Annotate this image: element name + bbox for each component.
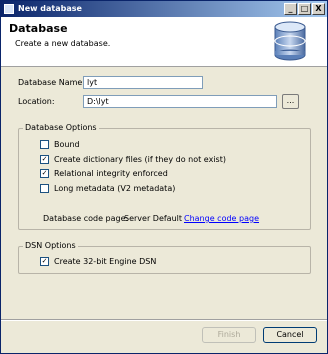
title-bar[interactable]: New database _ □ X: [1, 1, 327, 17]
minimize-button[interactable]: _: [284, 3, 297, 15]
finish-button[interactable]: Finish: [202, 327, 256, 343]
app-icon: [4, 4, 14, 14]
cancel-button[interactable]: Cancel: [263, 327, 317, 343]
location-field[interactable]: D:\lyt: [83, 95, 277, 108]
database-name-field[interactable]: lyt: [83, 76, 203, 89]
create-dictionary-checkbox[interactable]: ✓: [40, 155, 49, 164]
code-page-value: Server Default: [124, 214, 183, 223]
bound-label: Bound: [54, 140, 80, 149]
dsn-options-title: DSN Options: [23, 241, 78, 250]
long-metadata-option[interactable]: Long metadata (V2 metadata): [40, 184, 240, 194]
database-icon: [274, 21, 306, 61]
maximize-button[interactable]: □: [298, 3, 311, 15]
location-label: Location:: [18, 97, 55, 106]
create-dictionary-label: Create dictionary files (if they do not …: [54, 155, 226, 164]
code-page-label: Database code page:: [43, 214, 129, 223]
browse-button[interactable]: ...: [282, 94, 299, 109]
bound-checkbox[interactable]: [40, 140, 49, 149]
wizard-header: Database Create a new database.: [1, 17, 327, 67]
long-metadata-label: Long metadata (V2 metadata): [54, 184, 176, 193]
page-description: Create a new database.: [15, 39, 111, 48]
change-code-page-link[interactable]: Change code page: [184, 214, 259, 223]
page-title: Database: [9, 22, 68, 35]
relational-integrity-checkbox[interactable]: ✓: [40, 169, 49, 178]
relational-integrity-label: Relational integrity enforced: [54, 169, 168, 178]
bound-option[interactable]: Bound: [40, 140, 240, 150]
create-dsn-checkbox[interactable]: ✓: [40, 257, 49, 266]
long-metadata-checkbox[interactable]: [40, 184, 49, 193]
footer-separator: [1, 319, 327, 321]
create-dsn-option[interactable]: ✓ Create 32-bit Engine DSN: [40, 257, 240, 267]
create-dictionary-option[interactable]: ✓ Create dictionary files (if they do no…: [40, 155, 270, 165]
relational-integrity-option[interactable]: ✓ Relational integrity enforced: [40, 169, 240, 179]
close-button[interactable]: X: [312, 3, 325, 15]
window-title: New database: [18, 4, 82, 13]
database-options-title: Database Options: [23, 123, 99, 132]
new-database-dialog: New database _ □ X Database Create a new…: [0, 0, 328, 354]
create-dsn-label: Create 32-bit Engine DSN: [54, 257, 157, 266]
database-name-label: Database Name:: [18, 78, 86, 87]
